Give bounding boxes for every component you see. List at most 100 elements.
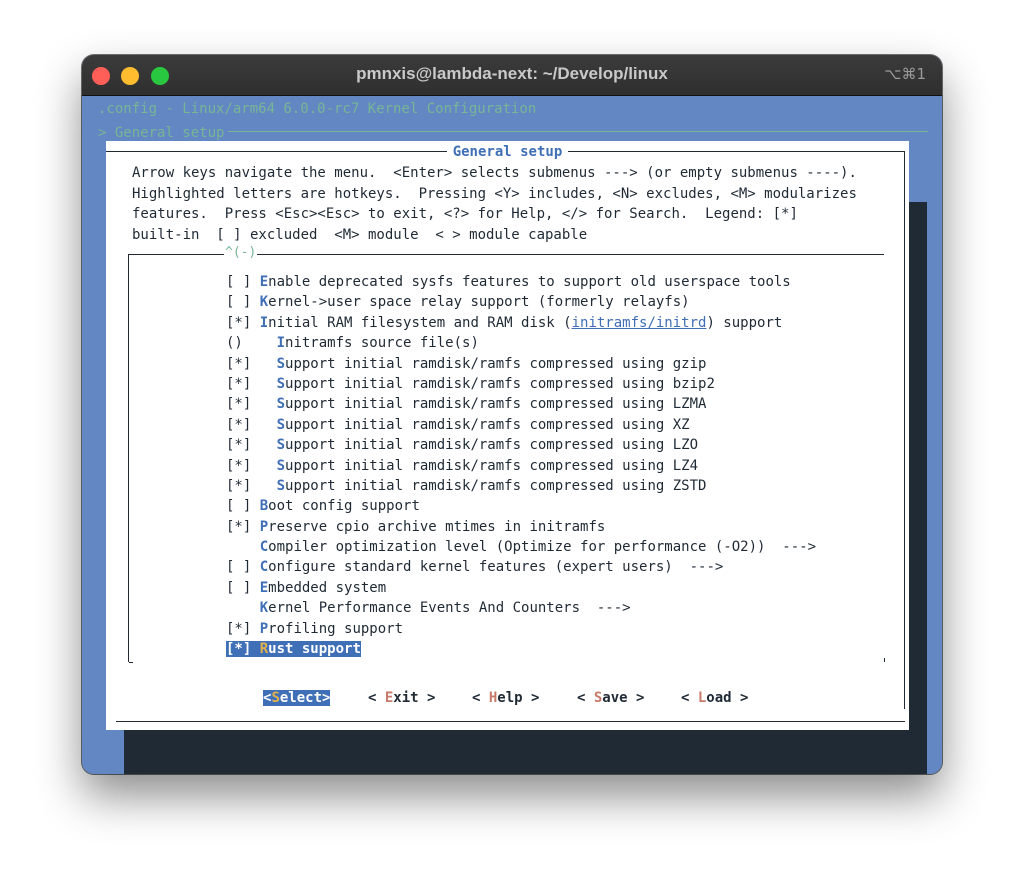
scroll-up-indicator[interactable]: ^(-): [224, 245, 258, 260]
help-line: Arrow keys navigate the menu. <Enter> se…: [132, 165, 857, 181]
menu-item[interactable]: [ ] Enable deprecated sysfs features to …: [226, 272, 816, 292]
menu-item[interactable]: [*] Initial RAM filesystem and RAM disk …: [226, 313, 816, 333]
item-label: nitial RAM filesystem and RAM disk (: [268, 314, 572, 331]
item-hotkey: S: [276, 457, 286, 474]
exit-button[interactable]: < Exit >: [368, 690, 435, 706]
item-label-suffix: ) support: [706, 314, 783, 331]
item-state: [*]: [226, 437, 277, 454]
menu-item[interactable]: [*] Support initial ramdisk/ramfs compre…: [226, 415, 816, 435]
window-title: pmnxis@lambda-next: ~/Develop/linux: [356, 64, 668, 83]
button-label: xit: [393, 690, 419, 706]
item-label: upport initial ramdisk/ramfs compressed …: [285, 437, 699, 454]
item-hotkey: B: [259, 498, 269, 515]
item-hotkey: R: [259, 641, 269, 658]
select-button[interactable]: <Select>: [263, 690, 331, 706]
breadcrumb: > General setup: [98, 125, 229, 141]
button-label: ave: [602, 690, 628, 706]
item-state: [*]: [226, 457, 277, 474]
item-hotkey: S: [276, 375, 286, 392]
item-label: upport initial ramdisk/ramfs compressed …: [285, 396, 707, 413]
dialog-title-text: General setup: [446, 144, 569, 160]
menu-item[interactable]: [*] Support initial ramdisk/ramfs compre…: [226, 435, 816, 455]
item-label: upport initial ramdisk/ramfs compressed …: [285, 355, 707, 372]
menu-item[interactable]: [*] Preserve cpio archive mtimes in init…: [226, 517, 816, 537]
menu-item[interactable]: [*] Rust support: [226, 639, 816, 659]
menu-item[interactable]: [*] Profiling support: [226, 619, 816, 639]
button-label: elect: [279, 690, 323, 706]
menu-item[interactable]: Kernel Performance Events And Counters -…: [226, 598, 816, 618]
item-hotkey: E: [259, 274, 269, 290]
menu-item[interactable]: () Initramfs source file(s): [226, 333, 816, 353]
item-hotkey: K: [259, 294, 269, 311]
item-hotkey: I: [276, 335, 286, 352]
help-button[interactable]: < Help >: [472, 690, 539, 706]
selection-highlight: [*] Rust support: [226, 641, 361, 658]
item-state: (): [226, 335, 277, 352]
item-label: nable deprecated sysfs features to suppo…: [268, 274, 791, 290]
item-label: oot config support: [268, 498, 420, 515]
breadcrumb-row: > General setup: [98, 122, 928, 141]
item-label: ernel Performance Events And Counters --…: [268, 600, 631, 617]
menu-item[interactable]: [*] Support initial ramdisk/ramfs compre…: [226, 374, 816, 394]
item-label: mbedded system: [268, 579, 387, 596]
menu-item[interactable]: [*] Support initial ramdisk/ramfs compre…: [226, 394, 816, 414]
dialog-right-border: [904, 151, 905, 709]
item-hotkey: E: [259, 579, 269, 596]
item-hotkey: P: [259, 620, 269, 637]
menu-list[interactable]: ^(-) [ ] Enable deprecated sysfs feature…: [128, 245, 885, 663]
menu-items: [ ] Enable deprecated sysfs features to …: [226, 272, 816, 659]
menu-item[interactable]: [ ] Configure standard kernel features (…: [226, 557, 816, 577]
item-state: [226, 600, 260, 616]
item-hotkey: S: [276, 355, 286, 372]
item-link[interactable]: initramfs/initrd: [572, 315, 707, 331]
item-state: [ ]: [226, 579, 260, 596]
item-hotkey: S: [276, 477, 286, 494]
item-state: [ ]: [226, 498, 260, 515]
button-bracket-open: <: [577, 690, 594, 706]
item-hotkey: K: [259, 600, 269, 617]
menu-item[interactable]: [*] Support initial ramdisk/ramfs compre…: [226, 476, 816, 496]
menu-item[interactable]: Compiler optimization level (Optimize fo…: [226, 537, 816, 557]
button-bracket-close: >: [731, 690, 749, 706]
item-hotkey: S: [276, 396, 286, 413]
menuconfig-dialog: General setup Arrow keys navigate the me…: [106, 141, 909, 730]
button-bracket-open: <: [472, 690, 489, 706]
save-button[interactable]: < Save >: [577, 690, 644, 706]
item-state: [*]: [226, 375, 277, 392]
item-state: [ ]: [226, 274, 260, 290]
button-label: elp: [497, 690, 523, 706]
item-label: upport initial ramdisk/ramfs compressed …: [285, 375, 715, 392]
load-button[interactable]: < Load >: [681, 690, 748, 706]
item-state: [*]: [226, 518, 260, 535]
item-hotkey: S: [276, 437, 286, 454]
item-state: [*]: [226, 416, 277, 433]
list-box-corner: [129, 662, 133, 663]
menu-item[interactable]: [ ] Embedded system: [226, 578, 816, 598]
button-bracket-open: <: [368, 690, 385, 706]
item-state: [*]: [226, 641, 260, 658]
button-label: oad: [706, 690, 732, 706]
item-label: ernel->user space relay support (formerl…: [268, 294, 690, 311]
button-bracket-open: <: [681, 690, 698, 706]
item-label: upport initial ramdisk/ramfs compressed …: [285, 416, 690, 433]
dialog-title: General setup: [106, 144, 909, 160]
menu-item[interactable]: [*] Support initial ramdisk/ramfs compre…: [226, 354, 816, 374]
title-bar: pmnxis@lambda-next: ~/Develop/linux ⌥⌘1: [82, 55, 942, 96]
item-state: [*]: [226, 396, 277, 413]
item-label: upport initial ramdisk/ramfs compressed …: [285, 457, 699, 474]
menu-item[interactable]: [ ] Boot config support: [226, 496, 816, 516]
menuconfig-backtitle: .config - Linux/arm64 6.0.0-rc7 Kernel C…: [98, 101, 537, 117]
item-label: reserve cpio archive mtimes in initramfs: [268, 518, 606, 535]
item-label: nitramfs source file(s): [285, 335, 479, 352]
item-state: [ ]: [226, 294, 260, 311]
help-line: built-in [ ] excluded <M> module < > mod…: [132, 226, 588, 243]
menu-item[interactable]: [*] Support initial ramdisk/ramfs compre…: [226, 456, 816, 476]
item-hotkey: S: [276, 416, 286, 433]
menu-item[interactable]: [ ] Kernel->user space relay support (fo…: [226, 292, 816, 312]
button-hotkey: S: [271, 690, 280, 706]
help-text: Arrow keys navigate the menu. <Enter> se…: [132, 163, 857, 245]
item-label: rofiling support: [268, 620, 404, 637]
help-line: Highlighted letters are hotkeys. Pressin…: [132, 185, 857, 202]
item-state: [*]: [226, 477, 277, 494]
button-bracket-close: >: [322, 690, 331, 706]
